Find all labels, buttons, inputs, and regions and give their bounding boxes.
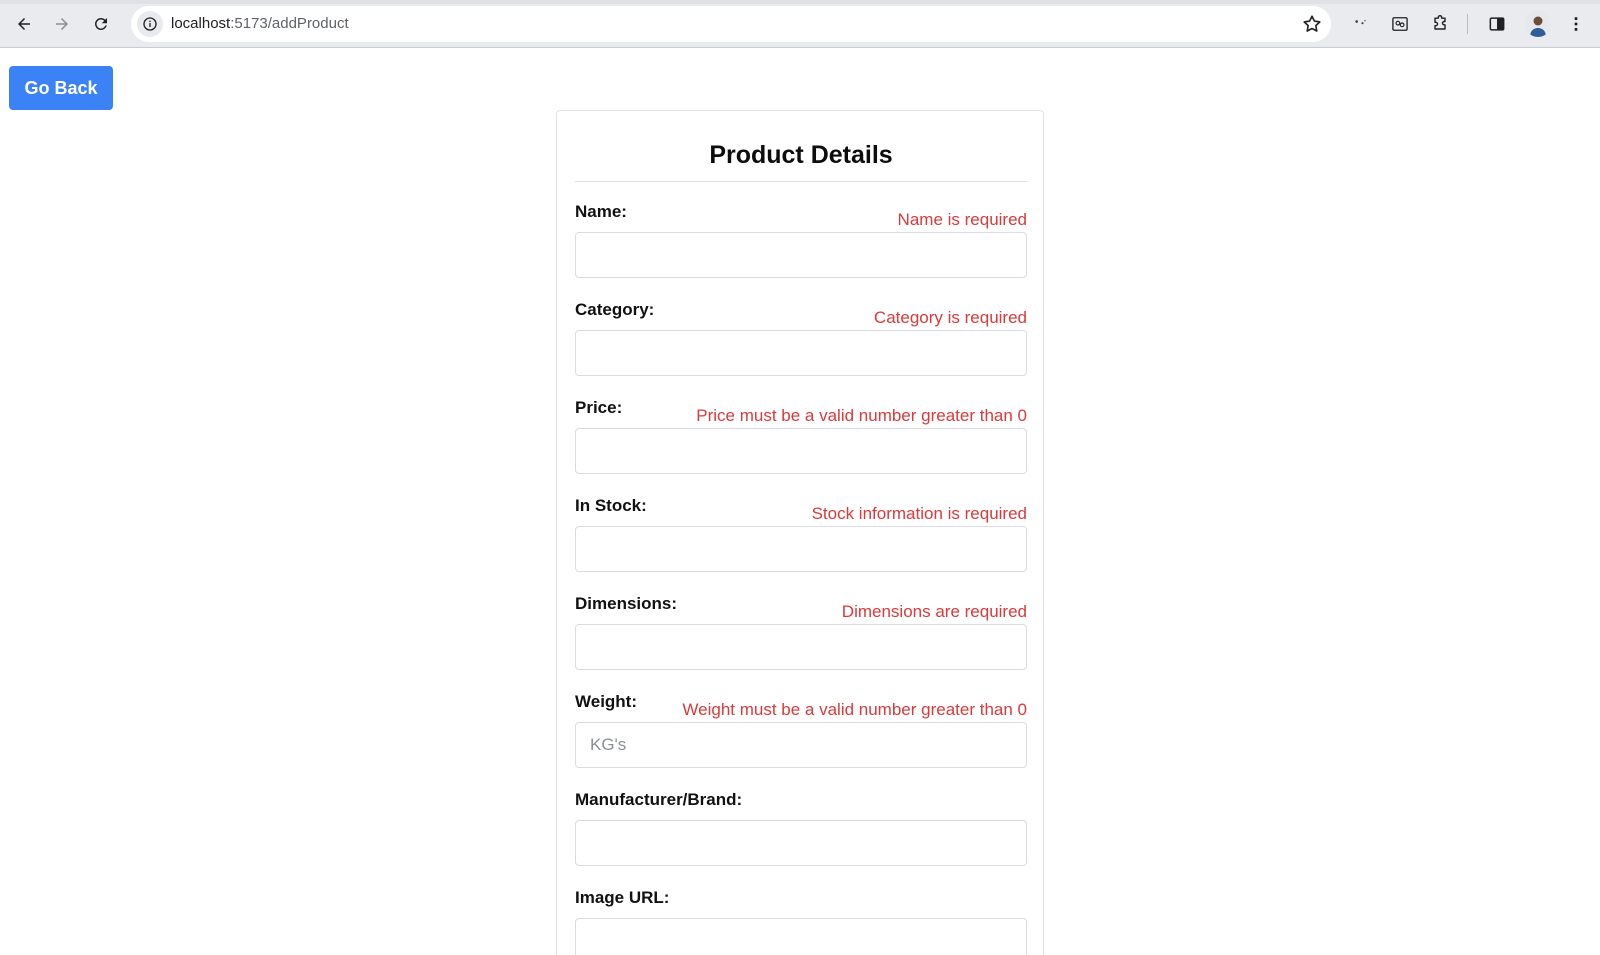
in-stock-input[interactable] bbox=[575, 526, 1027, 572]
name-label: Name: bbox=[575, 202, 627, 221]
product-details-form: Product Details Name: Name is required C… bbox=[556, 110, 1044, 955]
dimensions-label: Dimensions: bbox=[575, 594, 678, 613]
name-input[interactable] bbox=[575, 232, 1027, 278]
screenshot-extension-button[interactable] bbox=[1386, 10, 1414, 38]
address-bar[interactable]: localhost:5173/addProduct bbox=[131, 6, 1331, 42]
site-info-button[interactable] bbox=[137, 11, 163, 37]
in-stock-field-group: In Stock: Stock information is required bbox=[575, 496, 1027, 578]
browser-toolbar: localhost:5173/addProduct bbox=[0, 0, 1600, 48]
reload-icon bbox=[94, 17, 107, 30]
site-info-icon bbox=[143, 17, 157, 31]
price-label: Price: bbox=[575, 398, 623, 417]
category-input[interactable] bbox=[575, 330, 1027, 376]
image-url-field-group: Image URL: bbox=[575, 888, 1027, 955]
profile-avatar-icon bbox=[1530, 16, 1546, 37]
price-field-group: Price: Price must be a valid number grea… bbox=[575, 398, 1027, 480]
image-url-input[interactable] bbox=[575, 918, 1027, 955]
image-url-label: Image URL: bbox=[575, 888, 670, 907]
bookmark-star-icon[interactable] bbox=[1301, 13, 1323, 35]
back-arrow-icon bbox=[18, 18, 30, 30]
browser-menu-button[interactable] bbox=[1562, 10, 1590, 38]
url-host: localhost bbox=[171, 15, 231, 32]
back-nav-button[interactable] bbox=[8, 8, 40, 40]
dimensions-input[interactable] bbox=[575, 624, 1027, 670]
reload-button[interactable] bbox=[85, 8, 117, 40]
manufacturer-field-group: Manufacturer/Brand: bbox=[575, 790, 1027, 872]
in-stock-label: In Stock: bbox=[575, 496, 647, 515]
puzzle-icon bbox=[1434, 15, 1446, 30]
forward-nav-button[interactable] bbox=[46, 8, 78, 40]
weight-label: Weight: bbox=[575, 692, 638, 711]
price-error: Price must be a valid number greater tha… bbox=[696, 406, 1027, 425]
forward-arrow-icon bbox=[56, 18, 68, 30]
form-title: Product Details bbox=[709, 141, 893, 169]
weight-field-group: Weight: Weight must be a valid number gr… bbox=[575, 692, 1027, 774]
category-field-group: Category: Category is required bbox=[575, 300, 1027, 382]
in-stock-error: Stock information is required bbox=[811, 504, 1027, 523]
name-error: Name is required bbox=[897, 210, 1027, 229]
dimensions-error: Dimensions are required bbox=[841, 602, 1027, 621]
side-panel-button[interactable] bbox=[1483, 10, 1511, 38]
price-input[interactable] bbox=[575, 428, 1027, 474]
weight-input[interactable] bbox=[575, 722, 1027, 768]
url-path: :5173/addProduct bbox=[230, 15, 349, 32]
extension-dots-button[interactable] bbox=[1346, 10, 1374, 38]
category-label: Category: bbox=[575, 300, 655, 319]
url-text: localhost:5173/addProduct bbox=[171, 16, 349, 32]
title-divider bbox=[575, 181, 1027, 182]
tab-strip-edge bbox=[0, 0, 1600, 4]
go-back-button[interactable]: Go Back bbox=[9, 66, 113, 110]
manufacturer-input[interactable] bbox=[575, 820, 1027, 866]
dimensions-field-group: Dimensions: Dimensions are required bbox=[575, 594, 1027, 676]
weight-error: Weight must be a valid number greater th… bbox=[682, 700, 1027, 719]
name-field-group: Name: Name is required bbox=[575, 202, 1027, 284]
screenshot-icon bbox=[1392, 17, 1408, 31]
manufacturer-label: Manufacturer/Brand: bbox=[575, 790, 743, 809]
profile-avatar-button[interactable] bbox=[1525, 11, 1551, 37]
kebab-menu-icon bbox=[1574, 17, 1578, 31]
extension-dots-icon bbox=[1355, 19, 1366, 25]
side-panel-icon bbox=[1489, 17, 1505, 31]
toolbar-separator bbox=[1467, 14, 1468, 34]
extensions-button[interactable] bbox=[1426, 10, 1454, 38]
category-error: Category is required bbox=[873, 308, 1027, 327]
